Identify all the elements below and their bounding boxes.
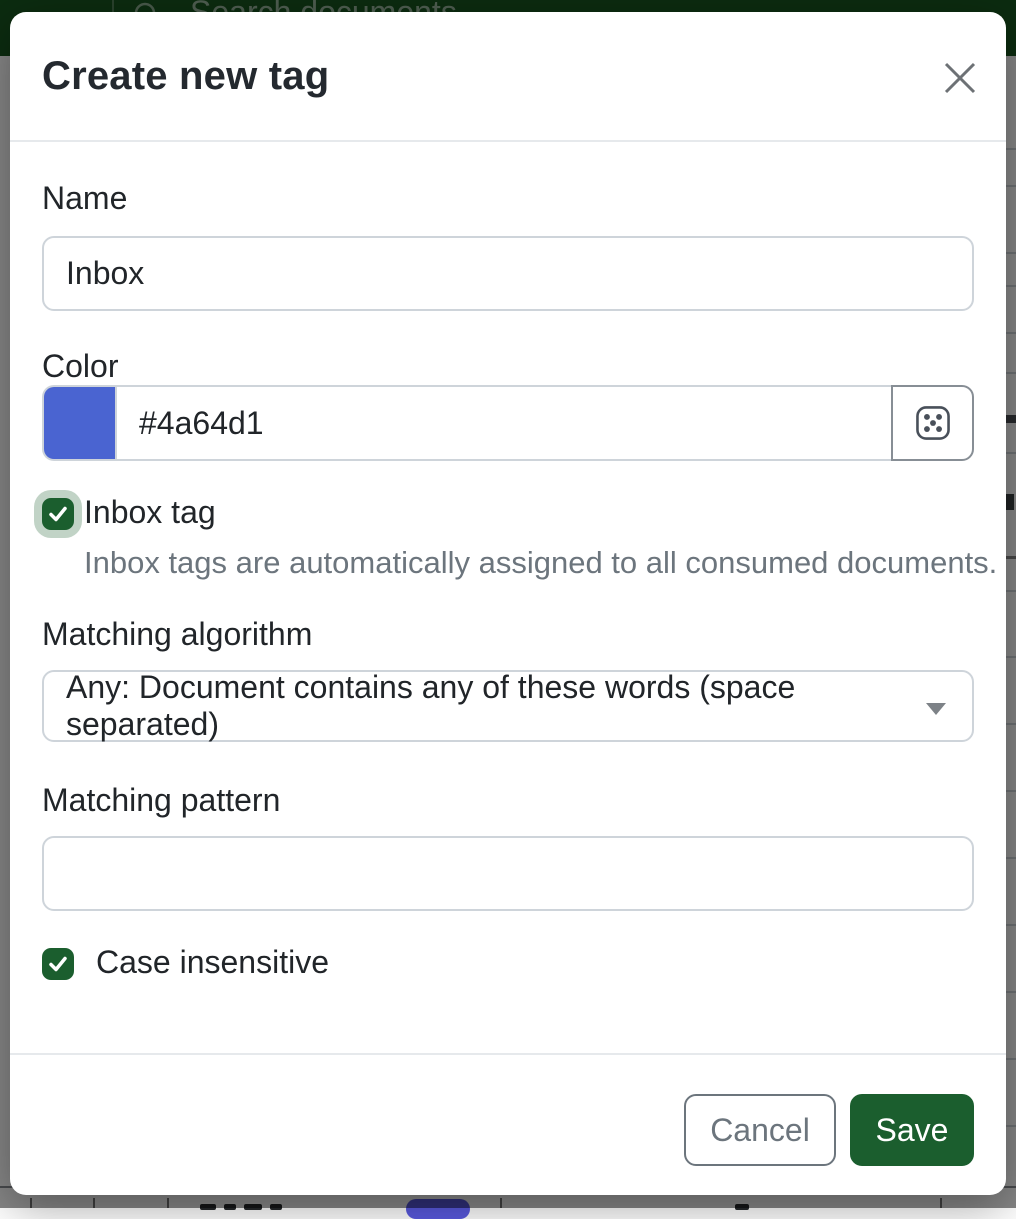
- dialog-title: Create new tag: [42, 54, 329, 99]
- inbox-tag-help-text: Inbox tags are automatically assigned to…: [84, 545, 997, 581]
- dice-icon: [914, 404, 952, 442]
- matching-algorithm-value: Any: Document contains any of these word…: [66, 669, 950, 743]
- inbox-tag-checkbox[interactable]: [42, 498, 74, 530]
- matching-algorithm-select[interactable]: Any: Document contains any of these word…: [42, 670, 974, 742]
- color-hex-input[interactable]: [115, 385, 893, 461]
- matching-algorithm-label: Matching algorithm: [42, 616, 312, 653]
- chevron-down-icon: [926, 703, 946, 715]
- cancel-button[interactable]: Cancel: [684, 1094, 836, 1166]
- dialog-footer: Cancel Save: [10, 1053, 1006, 1195]
- random-color-button[interactable]: [891, 385, 974, 461]
- case-insensitive-label[interactable]: Case insensitive: [96, 944, 329, 981]
- matching-pattern-input[interactable]: [42, 836, 974, 911]
- name-label: Name: [42, 180, 127, 217]
- color-label: Color: [42, 348, 118, 385]
- color-swatch[interactable]: [42, 385, 115, 461]
- save-button[interactable]: Save: [850, 1094, 974, 1166]
- name-input[interactable]: [42, 236, 974, 311]
- checkmark-icon: [48, 504, 68, 524]
- close-button[interactable]: [936, 54, 984, 102]
- checkmark-icon: [48, 954, 68, 974]
- create-tag-dialog: Create new tag Name Color: [10, 12, 1006, 1195]
- case-insensitive-checkbox[interactable]: [42, 948, 74, 980]
- dialog-header: Create new tag: [10, 12, 1006, 142]
- matching-pattern-label: Matching pattern: [42, 782, 280, 819]
- inbox-tag-label[interactable]: Inbox tag: [84, 494, 216, 531]
- close-icon: [942, 60, 978, 96]
- color-input-group: [42, 385, 974, 461]
